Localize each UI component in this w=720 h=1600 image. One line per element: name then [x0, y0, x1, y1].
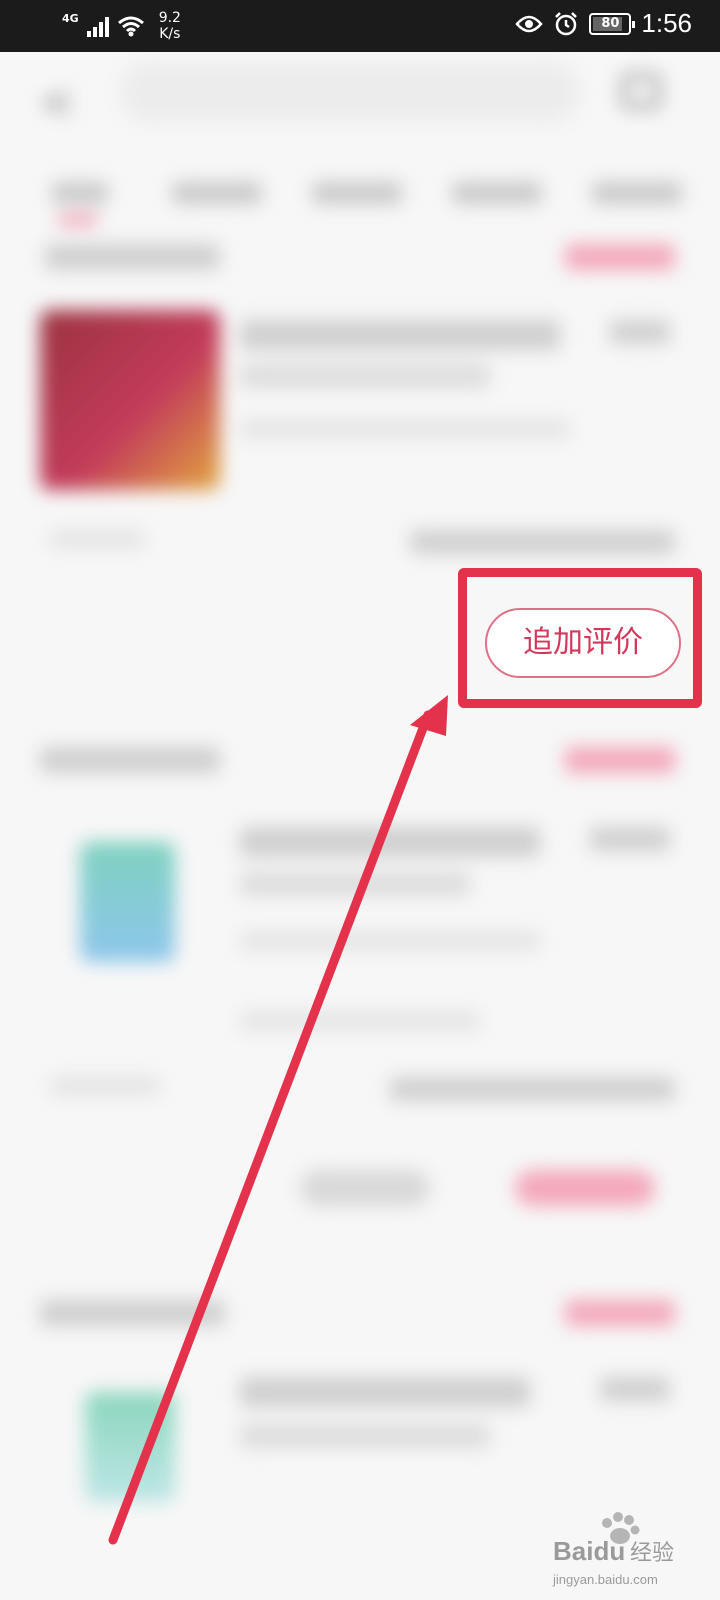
battery-level: 80 [601, 16, 620, 31]
battery-icon: 80 [589, 12, 636, 35]
annotation-layer: Baidu 经验 jingyan.baidu.com [108, 695, 674, 1587]
wifi-icon [117, 16, 144, 37]
watermark-url: jingyan.baidu.com [552, 1572, 658, 1587]
eye-icon [515, 15, 544, 32]
clock: 1:56 [641, 8, 692, 38]
speed-value: 9.2 [158, 10, 181, 26]
watermark-brand-cn: 经验 [630, 1540, 674, 1565]
pointer-arrow-head [410, 695, 448, 736]
alarm-icon [555, 11, 578, 35]
network-type: 4G [62, 11, 79, 25]
watermark-brand-latin: Baidu [553, 1536, 625, 1566]
signal-icon [86, 15, 109, 37]
status-bar: 4G 9.2 K/s 80 1:56 [0, 0, 720, 52]
network-speed: 9.2 K/s [159, 10, 181, 42]
speed-unit: K/s [159, 26, 181, 42]
pointer-arrow-shaft [108, 710, 433, 1545]
screen: 4G 9.2 K/s 80 1:56 < 追加评价 Baidu 经验 jingy… [0, 0, 720, 1600]
